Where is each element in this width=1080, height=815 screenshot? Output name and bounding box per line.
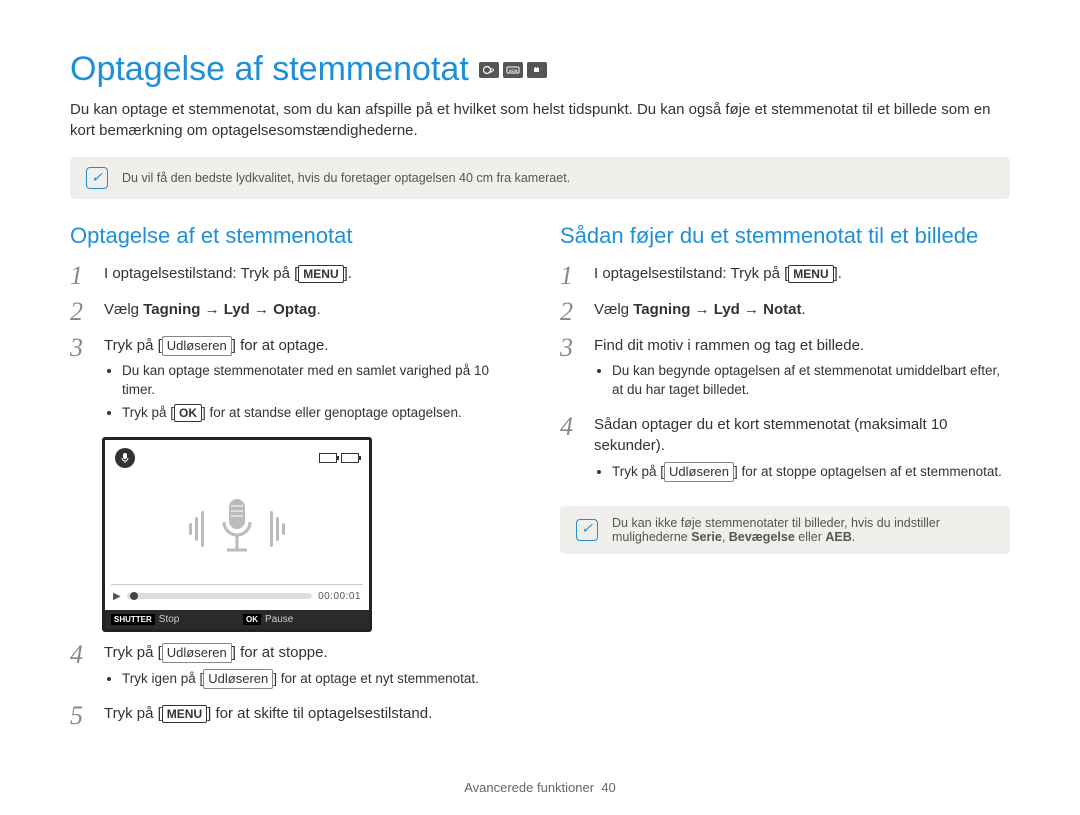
note-limitation-text: Du kan ikke føje stemmenotater til bille… [612, 516, 994, 544]
step-number: 5 [70, 703, 92, 729]
note-quality: ✓ Du vil få den bedste lydkvalitet, hvis… [70, 157, 1010, 199]
text: ] for at standse eller genoptage optagel… [202, 405, 462, 420]
left-step-1: 1 I optagelsestilstand: Tryk på [MENU]. [70, 263, 520, 289]
text: ] for at skifte til optagelsestilstand. [207, 705, 432, 722]
text: ]. [344, 265, 352, 282]
text: I optagelsestilstand: Tryk på [ [104, 265, 298, 282]
text: . [802, 301, 806, 318]
left-step-3: 3 Tryk på [Udløseren] for at optage. Du … [70, 335, 520, 427]
shutter-label: Udløseren [162, 336, 232, 356]
step-number: 2 [560, 299, 582, 325]
text: Bevægelse [729, 530, 795, 544]
mode-scene-icon: SCN [503, 62, 523, 78]
shutter-label: Udløseren [162, 643, 232, 663]
title-mode-icons: P SCN [479, 62, 547, 78]
list-item: Du kan optage stemmenotater med en samle… [122, 362, 520, 400]
svg-text:SCN: SCN [509, 68, 518, 73]
text: ] for at optage et nyt stemmenotat. [273, 671, 479, 686]
ok-button-label: OK [174, 404, 202, 422]
mic-main-graphic [111, 474, 363, 584]
text: Stop [159, 614, 180, 625]
left-section-title: Optagelse af et stemmenotat [70, 223, 520, 249]
text: Tagning → Lyd → Notat [633, 301, 801, 318]
text: Vælg [594, 301, 633, 318]
text: Serie [691, 530, 722, 544]
note-quality-text: Du vil få den bedste lydkvalitet, hvis d… [122, 171, 570, 185]
list-item: Tryk på [Udløseren] for at stoppe optage… [612, 462, 1010, 482]
right-step-1: 1 I optagelsestilstand: Tryk på [MENU]. [560, 263, 1010, 289]
right-step-2: 2 Vælg Tagning → Lyd → Notat. [560, 299, 1010, 325]
battery-icon [319, 453, 337, 463]
battery-icon [341, 453, 359, 463]
text: ]. [834, 265, 842, 282]
text: . [852, 530, 855, 544]
text: I optagelsestilstand: Tryk på [ [594, 265, 788, 282]
page-title: Optagelse af stemmenotat P SCN [70, 50, 1010, 89]
left-column: Optagelse af et stemmenotat 1 I optagels… [70, 223, 520, 739]
text: Tryk på [ [104, 337, 162, 354]
step-number: 3 [560, 335, 582, 361]
step-number: 4 [70, 642, 92, 668]
text: , [722, 530, 729, 544]
step-number: 3 [70, 335, 92, 361]
ok-badge: OK [243, 614, 261, 625]
text: Tryk på [ [104, 644, 162, 661]
intro-paragraph: Du kan optage et stemmenotat, som du kan… [70, 99, 1010, 141]
shutter-label: Udløseren [203, 669, 273, 689]
elapsed-time: 00:00:01 [318, 591, 361, 602]
text: Vælg [104, 301, 143, 318]
mode-dual-icon [527, 62, 547, 78]
mic-small-icon [115, 448, 135, 468]
left-step-2: 2 Vælg Tagning → Lyd → Optag. [70, 299, 520, 325]
text: Tagning → Lyd → Optag [143, 301, 316, 318]
menu-button-label: MENU [788, 265, 833, 283]
microphone-icon [212, 494, 262, 564]
battery-icons [319, 453, 359, 463]
text: Tryk på [ [104, 705, 162, 722]
text: Sådan optager du et kort stemmenotat (ma… [594, 416, 948, 454]
shutter-label: Udløseren [664, 462, 734, 482]
title-text: Optagelse af stemmenotat [70, 50, 469, 89]
step-number: 1 [70, 263, 92, 289]
list-item: Tryk på [OK] for at standse eller genopt… [122, 404, 520, 423]
mode-p-icon: P [479, 62, 499, 78]
play-icon: ▶ [113, 591, 121, 602]
text: Find dit motiv i rammen og tag et billed… [594, 337, 864, 354]
text: eller [795, 530, 826, 544]
text: AEB [825, 530, 851, 544]
screen-stop-label: SHUTTER Stop [105, 610, 237, 629]
info-icon: ✓ [576, 519, 598, 541]
text: Tryk på [ [122, 405, 174, 420]
right-step-4: 4 Sådan optager du et kort stemmenotat (… [560, 414, 1010, 486]
progress-bar: ▶ 00:00:01 [111, 584, 363, 604]
text: Tryk igen på [ [122, 671, 203, 686]
svg-text:P: P [490, 69, 494, 75]
text: Tryk på [ [612, 464, 664, 479]
note-limitation: ✓ Du kan ikke føje stemmenotater til bil… [560, 506, 1010, 554]
info-icon: ✓ [86, 167, 108, 189]
step-number: 1 [560, 263, 582, 289]
left-step-4: 4 Tryk på [Udløseren] for at stoppe. Try… [70, 642, 520, 693]
text: ] for at stoppe optagelsen af et stemmen… [734, 464, 1002, 479]
right-column: Sådan føjer du et stemmenotat til et bil… [560, 223, 1010, 739]
menu-button-label: MENU [298, 265, 343, 283]
screen-pause-label: OK Pause [237, 610, 369, 629]
shutter-badge: SHUTTER [111, 614, 155, 625]
device-screenshot: ▶ 00:00:01 SHUTTER Stop OK Pause [102, 437, 372, 632]
right-section-title: Sådan føjer du et stemmenotat til et bil… [560, 223, 1010, 249]
footer-section: Avancerede funktioner [464, 780, 594, 795]
left-step-5: 5 Tryk på [MENU] for at skifte til optag… [70, 703, 520, 729]
page-footer: Avancerede funktioner 40 [0, 780, 1080, 795]
text: Pause [265, 614, 293, 625]
text: ] for at stoppe. [232, 644, 328, 661]
list-item: Du kan begynde optagelsen af et stemmeno… [612, 362, 1010, 400]
footer-page-number: 40 [601, 780, 615, 795]
right-step-3: 3 Find dit motiv i rammen og tag et bill… [560, 335, 1010, 404]
text: ] for at optage. [232, 337, 329, 354]
menu-button-label: MENU [162, 705, 207, 723]
step-number: 2 [70, 299, 92, 325]
list-item: Tryk igen på [Udløseren] for at optage e… [122, 669, 520, 689]
text: . [317, 301, 321, 318]
step-number: 4 [560, 414, 582, 440]
